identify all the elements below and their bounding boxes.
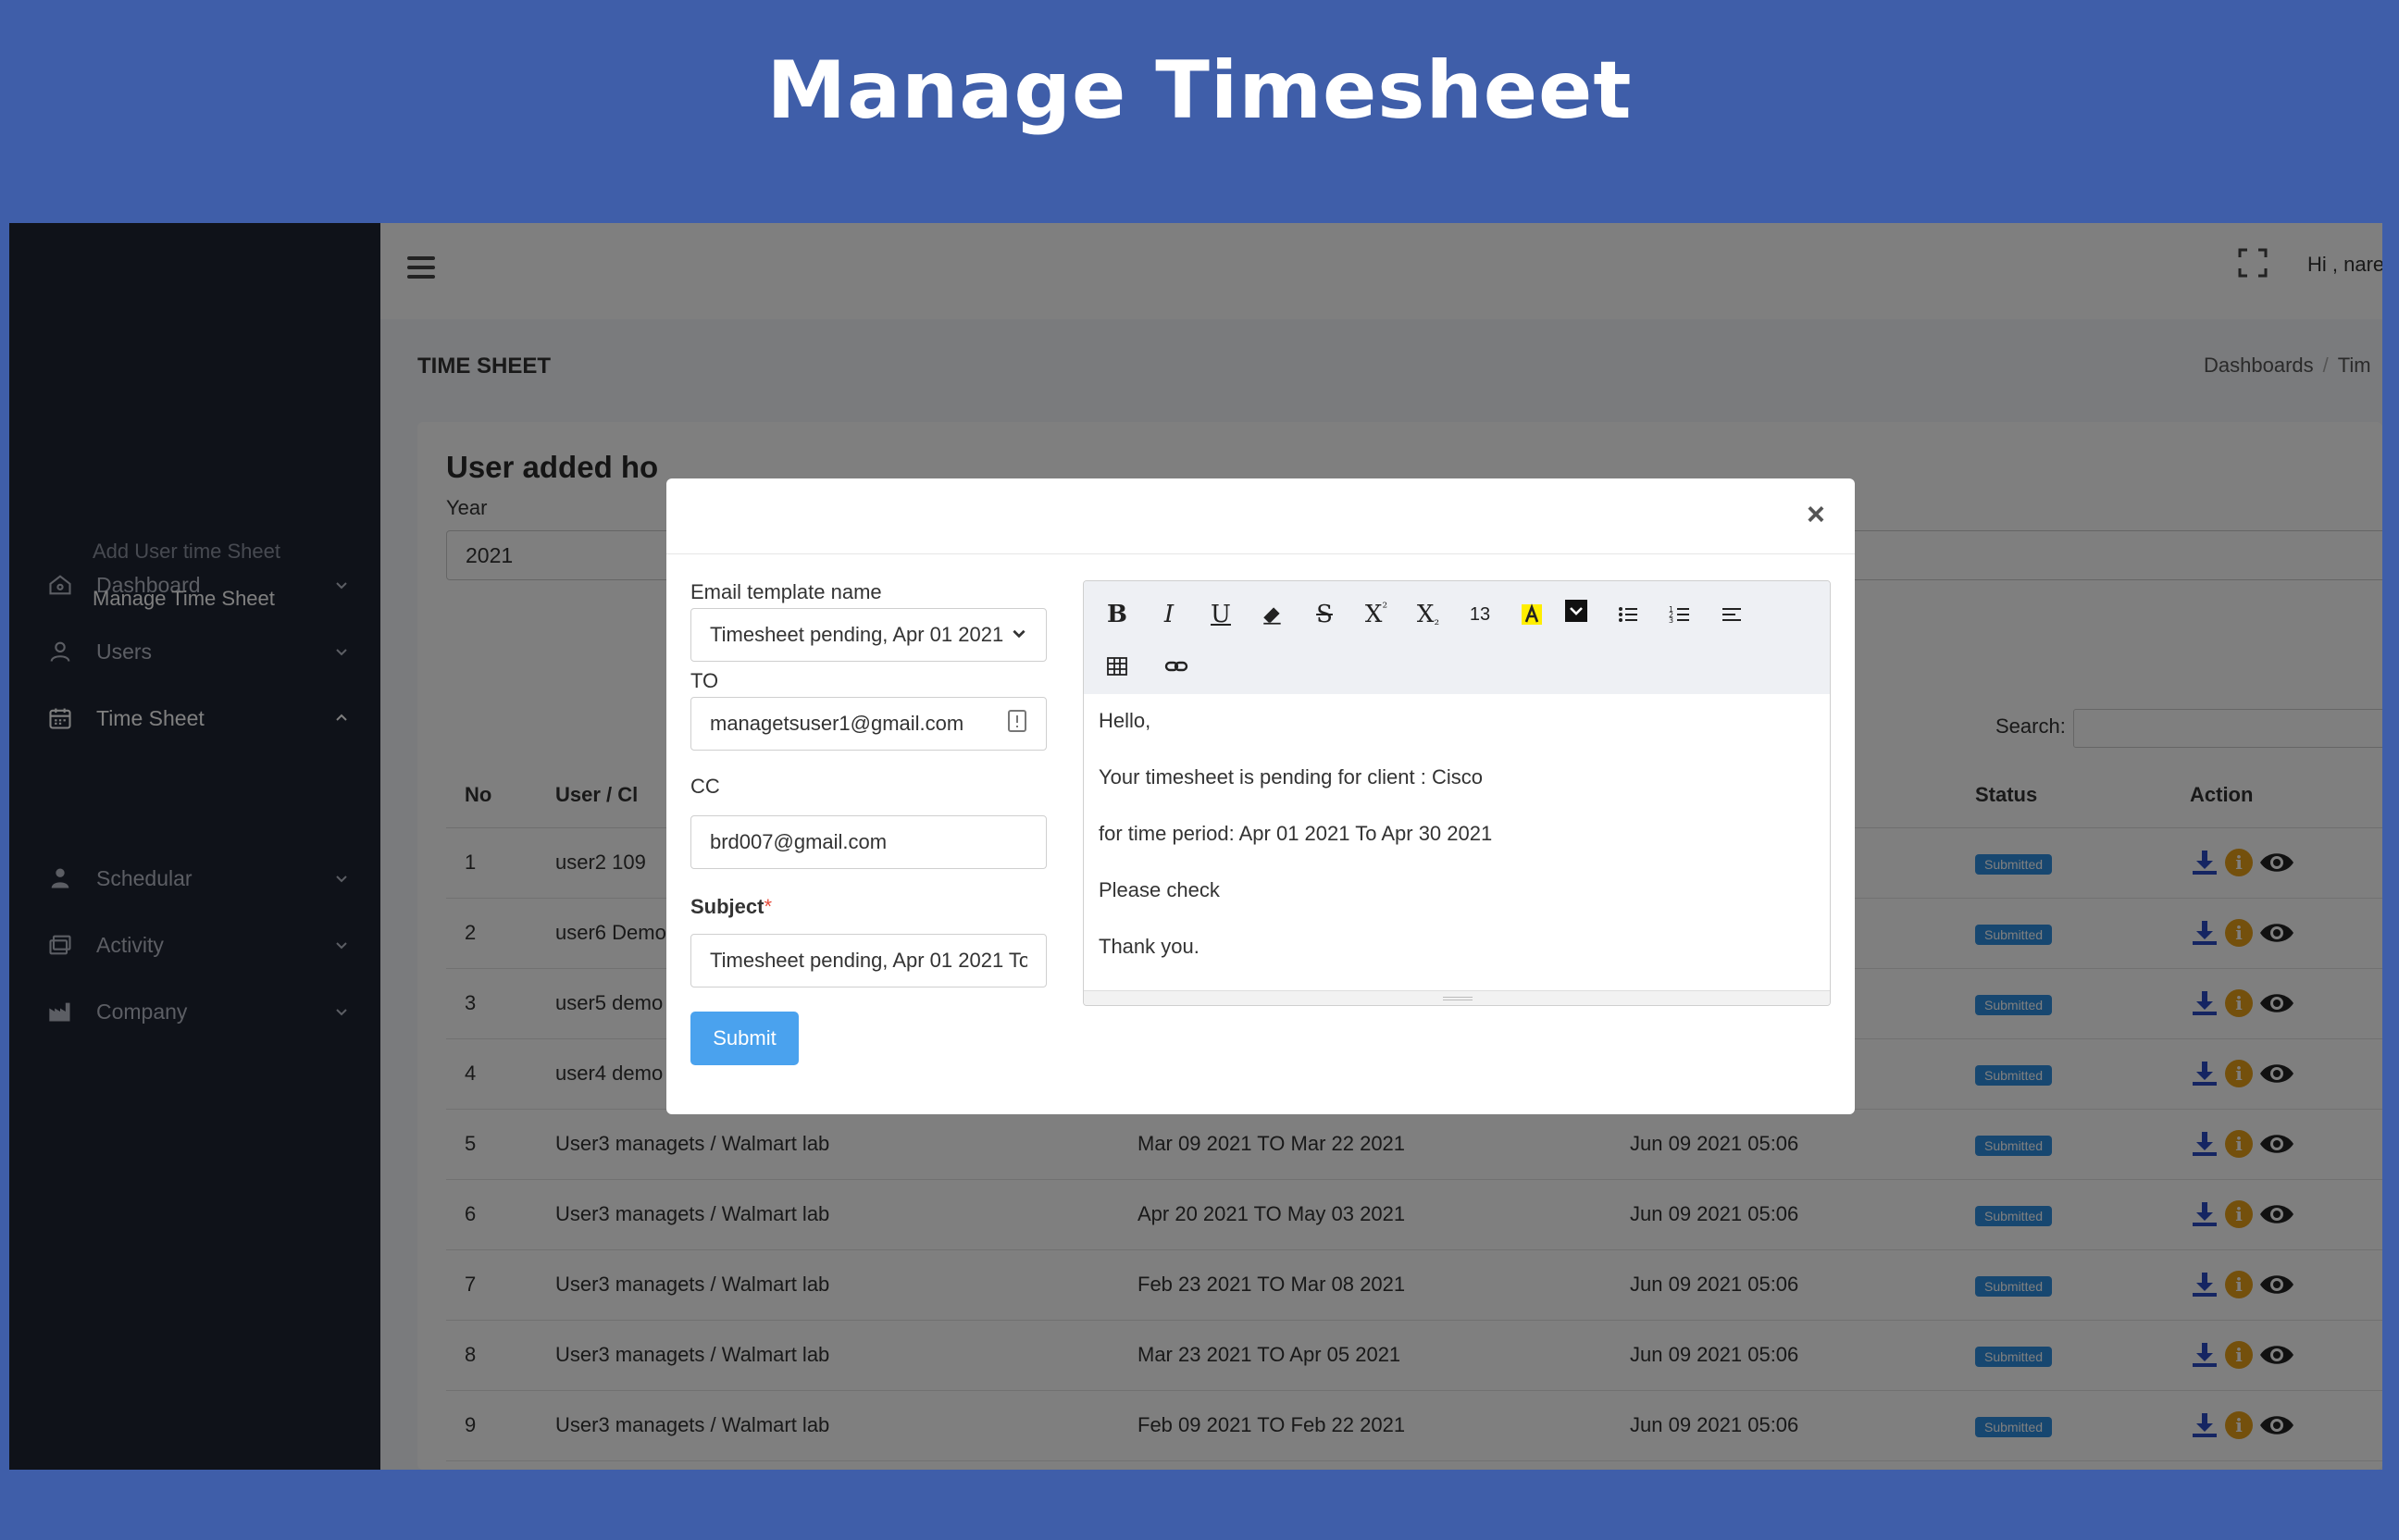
editor-resize-handle[interactable]: [1084, 990, 1830, 1005]
subject-field-value: Timesheet pending, Apr 01 2021 To Apr 30…: [710, 949, 1027, 972]
app-window: Dashboard Users Time Sheet Add User time…: [9, 223, 2382, 1470]
editor-line: Your timesheet is pending for client : C…: [1099, 765, 1483, 789]
unordered-list-icon[interactable]: [1610, 596, 1647, 633]
rich-text-editor: B I U S X² X₂ 13 1 2 3 Hello, Your times…: [1083, 580, 1831, 1006]
template-label: Email template name: [690, 580, 882, 603]
ordered-list-icon[interactable]: 123: [1661, 596, 1698, 633]
cc-field[interactable]: brd007@gmail.com: [690, 815, 1047, 869]
editor-line: Please check: [1099, 878, 1220, 901]
chevron-down-icon: [1005, 623, 1027, 647]
superscript-icon[interactable]: X²: [1358, 596, 1395, 633]
banner-title: Manage Timesheet: [766, 44, 1633, 137]
svg-text:3: 3: [1669, 616, 1673, 625]
underline-icon[interactable]: U: [1202, 596, 1239, 633]
editor-line: for time period: Apr 01 2021 To Apr 30 2…: [1099, 822, 1493, 845]
modal-header: ×: [666, 478, 1855, 554]
bold-icon[interactable]: B: [1099, 596, 1136, 633]
contact-card-icon[interactable]: [1000, 709, 1027, 739]
editor-line: Hello,: [1099, 709, 1151, 732]
strikethrough-icon[interactable]: S: [1306, 596, 1343, 633]
to-field-value: managetsuser1@gmail.com: [710, 712, 964, 735]
submit-button[interactable]: Submit: [690, 1012, 799, 1065]
link-icon[interactable]: [1158, 648, 1195, 685]
table-icon[interactable]: [1099, 648, 1136, 685]
eraser-icon[interactable]: [1254, 596, 1291, 633]
to-label: TO: [690, 669, 719, 692]
subject-field[interactable]: Timesheet pending, Apr 01 2021 To Apr 30…: [690, 934, 1047, 987]
to-field[interactable]: managetsuser1@gmail.com: [690, 697, 1047, 751]
template-select-value: Timesheet pending, Apr 01 2021: [710, 623, 1004, 646]
align-icon[interactable]: [1713, 596, 1750, 633]
background-color-icon[interactable]: [1558, 592, 1595, 629]
required-marker: *: [764, 895, 773, 918]
email-modal: × Email template name Timesheet pending,…: [666, 478, 1855, 1114]
subject-label-text: Subject: [690, 895, 764, 918]
text-color-icon[interactable]: [1513, 596, 1550, 633]
subscript-icon[interactable]: X₂: [1410, 596, 1447, 633]
font-size-select[interactable]: 13: [1461, 596, 1498, 633]
editor-content[interactable]: Hello, Your timesheet is pending for cli…: [1084, 694, 1830, 990]
italic-icon[interactable]: I: [1150, 596, 1187, 633]
editor-line: Thank you.: [1099, 935, 1200, 958]
close-icon[interactable]: ×: [1807, 497, 1825, 533]
subject-label: Subject*: [690, 895, 772, 919]
cc-field-value: brd007@gmail.com: [710, 830, 888, 853]
template-select[interactable]: Timesheet pending, Apr 01 2021: [690, 608, 1047, 662]
cc-label: CC: [690, 775, 720, 798]
editor-toolbar: B I U S X² X₂ 13 1 2 3: [1084, 581, 1830, 694]
